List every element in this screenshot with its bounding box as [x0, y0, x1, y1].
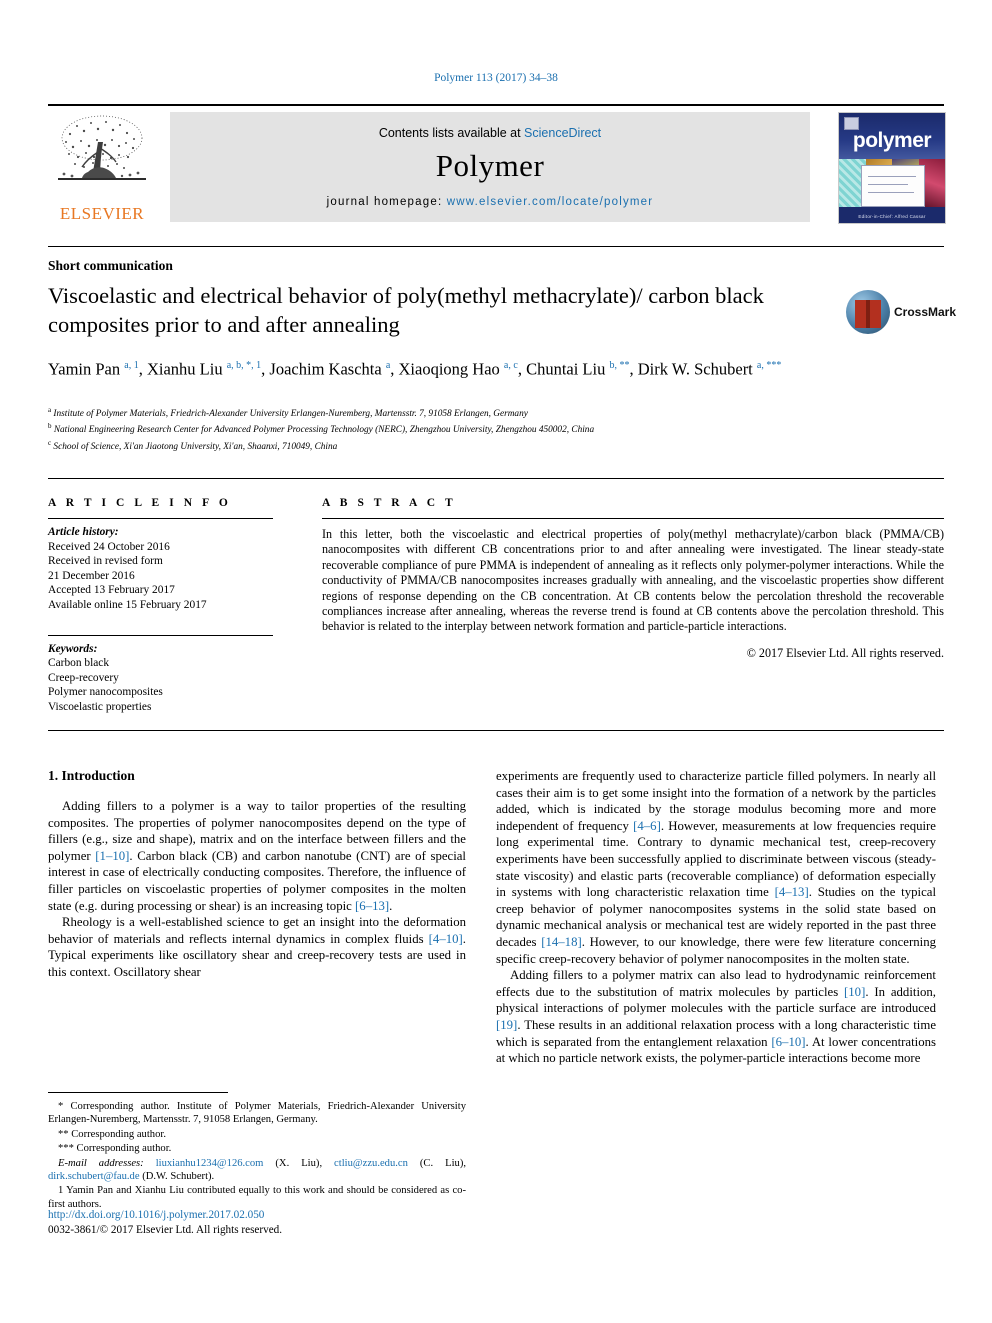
paragraph: Rheology is a well-established science t…: [48, 915, 466, 979]
citation-ref[interactable]: [4–13]: [775, 885, 809, 899]
email-addresses-note: E-mail addresses: liuxianhu1234@126.com …: [48, 1157, 467, 1183]
affiliation-item: c School of Science, Xi'an Jiaotong Univ…: [48, 438, 338, 452]
email-owner: (X. Liu): [275, 1157, 320, 1169]
abstract-heading: A B S T R A C T: [322, 497, 457, 509]
corresponding-author-note-1: * Corresponding author. Institute of Pol…: [48, 1101, 466, 1126]
article-info-divider: [48, 518, 273, 519]
corresponding-author-note-2: ** Corresponding author.: [58, 1128, 166, 1140]
journal-homepage-line: journal homepage: www.elsevier.com/locat…: [170, 196, 810, 208]
section-heading-introduction: 1. Introduction: [48, 768, 135, 783]
email-label: E-mail addresses:: [58, 1157, 144, 1169]
paragraph: experiments are frequently used to chara…: [496, 769, 936, 966]
citation-ref[interactable]: [10]: [844, 985, 865, 999]
history-item: Received 24 October 2016: [48, 540, 170, 553]
contents-prefix: Contents lists available at: [378, 126, 525, 140]
citation-ref[interactable]: [19]: [496, 1018, 517, 1032]
history-item: Received in revised form: [48, 555, 163, 568]
journal-title: Polymer: [435, 148, 545, 183]
author-list: Yamin Pan a, 1, Xianhu Liu a, b, *, 1, J…: [48, 359, 782, 379]
email-owner: (D.W. Schubert).: [142, 1171, 215, 1183]
article-first-page: Polymer 113 (2017) 34–38 ELSEVIER Conten…: [0, 0, 992, 1323]
journal-banner: Contents lists available at ScienceDirec…: [170, 112, 810, 222]
homepage-label: journal homepage:: [326, 196, 447, 208]
keyword-item: Carbon black: [48, 657, 110, 670]
keyword-item: Creep-recovery: [48, 671, 119, 684]
affiliation-item: a Institute of Polymer Materials, Friedr…: [48, 406, 528, 420]
abstract-rights: © 2017 Elsevier Ltd. All rights reserved…: [746, 645, 944, 660]
info-block-top-rule: [48, 478, 944, 479]
keywords-divider: [48, 634, 273, 636]
issn-rights-line: 0032-3861/© 2017 Elsevier Ltd. All right…: [48, 1223, 283, 1236]
article-info-column: A R T I C L E I N F O Article history: R…: [48, 497, 278, 715]
keyword-item: Polymer nanocomposites: [48, 686, 163, 699]
keywords-label: Keywords:: [48, 642, 98, 655]
crossmark-icon: [846, 290, 890, 334]
masthead-bottom-rule: [48, 246, 944, 247]
citation-ref[interactable]: [6–13]: [355, 899, 389, 913]
doi-link[interactable]: http://dx.doi.org/10.1016/j.polymer.2017…: [48, 1208, 468, 1223]
sciencedirect-link[interactable]: ScienceDirect: [524, 126, 601, 140]
paragraph: Adding fillers to a polymer is a way to …: [48, 799, 466, 913]
affiliation-item: b National Engineering Research Center f…: [48, 422, 595, 436]
doi-block: http://dx.doi.org/10.1016/j.polymer.2017…: [48, 1208, 468, 1237]
footnote-block: * Corresponding author. Institute of Pol…: [48, 1100, 466, 1212]
article-type-label: Short communication: [48, 258, 173, 273]
journal-cover-thumbnail: polymer Editor-in-Chief: Alfred Cassar: [838, 112, 946, 224]
footnote-rule: [48, 1092, 228, 1093]
citation-ref[interactable]: [4–10]: [429, 932, 463, 946]
elsevier-wordmark: ELSEVIER: [59, 204, 145, 223]
cover-journal-name: polymer: [852, 129, 932, 152]
body-column-right: experiments are frequently used to chara…: [496, 768, 936, 1067]
crossmark-label: CrossMark: [894, 305, 957, 319]
affiliation-list: a Institute of Polymer Materials, Friedr…: [48, 404, 868, 453]
citation-ref[interactable]: [1–10]: [95, 849, 129, 863]
cover-inset-chart: [861, 165, 925, 207]
article-history: Article history: Received 24 October 201…: [48, 525, 278, 613]
keyword-item: Viscoelastic properties: [48, 700, 152, 713]
info-block-bottom-rule: [48, 730, 944, 731]
history-item: Available online 15 February 2017: [48, 598, 207, 611]
page-title: Viscoelastic and electrical behavior of …: [48, 283, 764, 337]
corresponding-author-note-3: *** Corresponding author.: [58, 1143, 172, 1155]
paragraph: Adding fillers to a polymer matrix can a…: [496, 968, 936, 1066]
email-link[interactable]: dirk.schubert@fau.de: [48, 1171, 140, 1182]
email-link[interactable]: liuxianhu1234@126.com: [156, 1158, 264, 1169]
email-owner: (C. Liu): [419, 1157, 464, 1169]
abstract-text: In this letter, both the viscoelastic an…: [322, 527, 944, 634]
crossmark-badge[interactable]: CrossMark: [846, 288, 956, 340]
history-item: 21 December 2016: [48, 569, 135, 582]
elsevier-tree-logo: ELSEVIER: [48, 112, 156, 223]
abstract-column: A B S T R A C T In this letter, both the…: [322, 497, 944, 661]
abstract-divider: [322, 518, 944, 519]
history-item: Accepted 13 February 2017: [48, 584, 175, 597]
keywords-block: Keywords: Carbon black Creep-recovery Po…: [48, 642, 278, 715]
citation-ref[interactable]: [6–10]: [771, 1035, 805, 1049]
running-head: Polymer 113 (2017) 34–38: [434, 72, 558, 84]
contents-available-line: Contents lists available at ScienceDirec…: [170, 126, 810, 140]
cover-footer-text: Editor-in-Chief: Alfred Cassar: [858, 214, 926, 219]
email-link[interactable]: ctliu@zzu.edu.cn: [334, 1158, 408, 1169]
homepage-url[interactable]: www.elsevier.com/locate/polymer: [447, 196, 654, 208]
article-history-label: Article history:: [48, 526, 119, 538]
body-column-left: 1. Introduction Adding fillers to a poly…: [48, 768, 466, 981]
article-info-heading: A R T I C L E I N F O: [48, 497, 232, 509]
citation-ref[interactable]: [4–6]: [633, 819, 661, 833]
journal-masthead: ELSEVIER Contents lists available at Sci…: [48, 104, 946, 224]
citation-ref[interactable]: [14–18]: [541, 935, 582, 949]
